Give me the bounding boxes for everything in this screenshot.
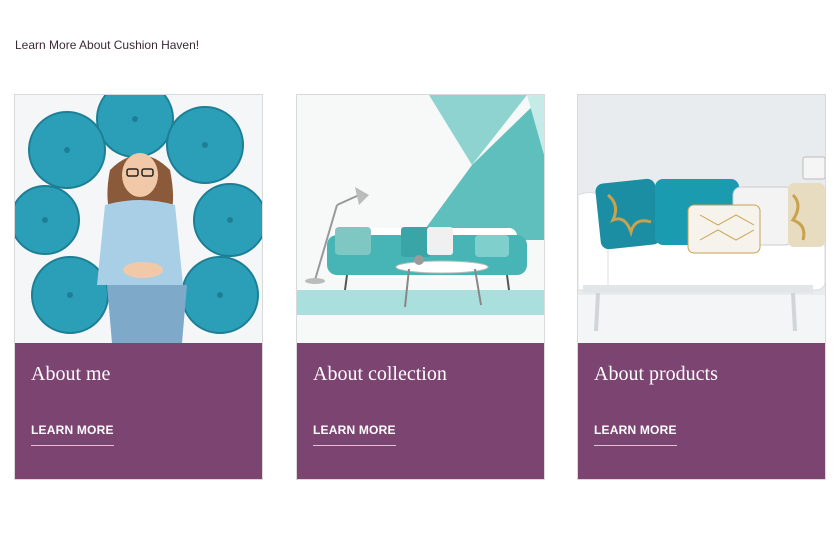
card-title: About collection [313, 363, 447, 385]
learn-more-link[interactable]: LEARN MORE [31, 423, 114, 446]
card-image-white-sofa [578, 95, 825, 343]
learn-more-link[interactable]: LEARN MORE [594, 423, 677, 446]
card-image-teal-sofa [297, 95, 544, 343]
card-panel: About products LEARN MORE [578, 343, 825, 479]
learn-more-link[interactable]: LEARN MORE [313, 423, 396, 446]
card-about-products: About products LEARN MORE [577, 94, 826, 480]
card-panel: About me LEARN MORE [15, 343, 262, 479]
card-image-woman-cushions [15, 95, 262, 343]
card-title: About me [31, 363, 111, 385]
card-title: About products [594, 363, 718, 385]
card-about-me: About me LEARN MORE [14, 94, 263, 480]
card-about-collection: About collection LEARN MORE [296, 94, 545, 480]
intro-heading: Learn More About Cushion Haven! [15, 38, 200, 52]
card-panel: About collection LEARN MORE [297, 343, 544, 479]
